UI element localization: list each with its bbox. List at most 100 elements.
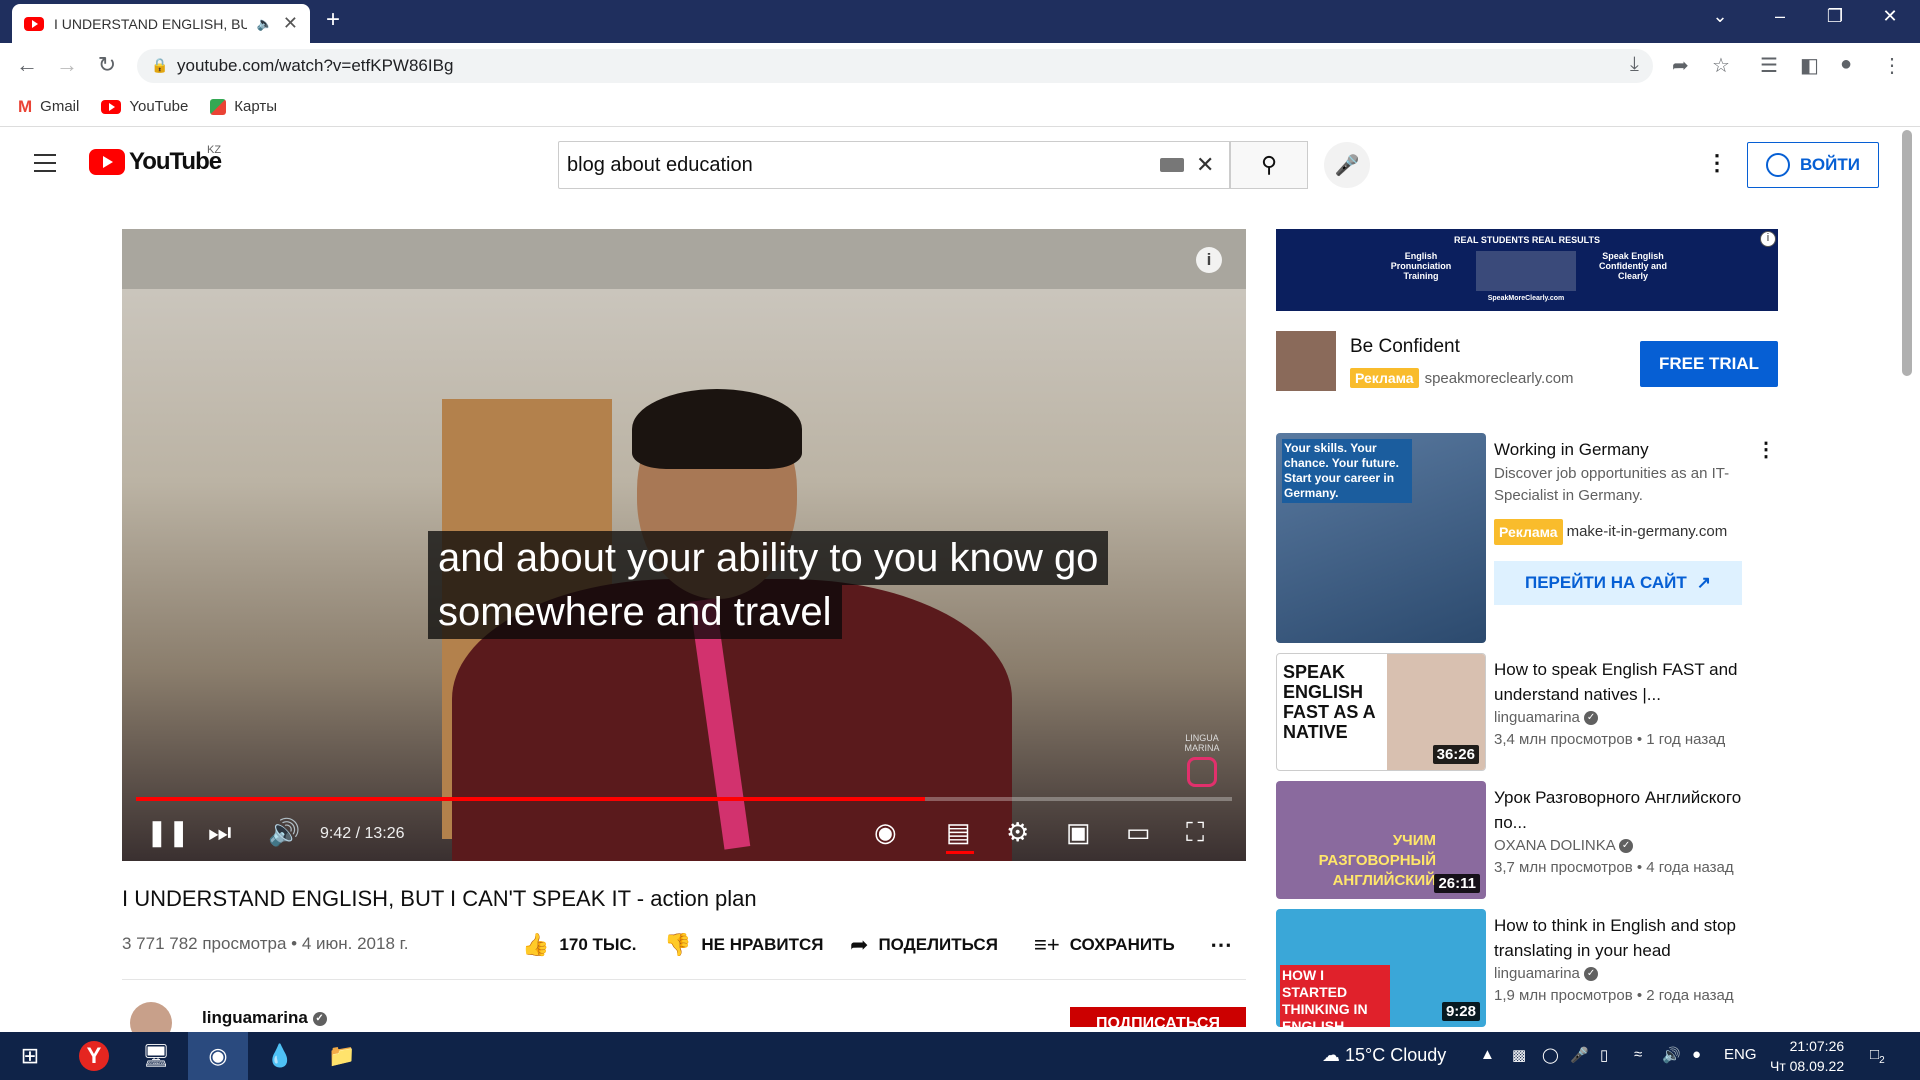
subtitles-active-indicator bbox=[946, 851, 974, 854]
file-explorer-icon[interactable]: 📁 bbox=[312, 1032, 372, 1080]
item-menu-icon[interactable]: ⋮ bbox=[1756, 437, 1776, 462]
verified-icon: ✓ bbox=[1584, 967, 1599, 982]
search-button[interactable]: ⚲ bbox=[1230, 141, 1308, 189]
notification-icon[interactable]: □2 bbox=[1870, 1046, 1885, 1066]
volume-icon[interactable]: 🔊 bbox=[268, 817, 300, 848]
youtube-logo[interactable]: YouTube bbox=[89, 148, 222, 176]
paint-drop-icon[interactable]: 💧 bbox=[250, 1032, 310, 1080]
caption-line: and about your ability to you know go bbox=[428, 531, 1109, 585]
profile-icon[interactable]: ● bbox=[1840, 53, 1852, 76]
recommended-video[interactable]: SPEAK ENGLISH FAST AS A NATIVE 36:26 How… bbox=[1276, 653, 1776, 771]
reload-icon[interactable]: ↻ bbox=[92, 52, 122, 78]
browser-tab[interactable]: I UNDERSTAND ENGLISH, BU 🔈 ✕ bbox=[12, 4, 310, 43]
ad-thumbnail[interactable]: Your skills. Your chance. Your future. S… bbox=[1276, 433, 1486, 643]
reading-list-icon[interactable]: ☰ bbox=[1760, 53, 1778, 78]
visit-site-button[interactable]: ПЕРЕЙТИ НА САЙТ ↗ bbox=[1494, 561, 1742, 605]
progress-played bbox=[136, 797, 926, 801]
save-button[interactable]: ≡+ СОХРАНИТЬ bbox=[1034, 932, 1175, 958]
yandex-browser-icon[interactable]: Y bbox=[64, 1032, 124, 1080]
like-button[interactable]: 👍 170 ТЫС. bbox=[522, 932, 637, 958]
miniplayer-icon[interactable]: ▣ bbox=[1066, 817, 1091, 848]
language-indicator[interactable]: ENG bbox=[1724, 1046, 1757, 1063]
video-thumbnail[interactable]: УЧИМ РАЗГОВОРНЫЙ АНГЛИЙСКИЙ 26:11 bbox=[1276, 781, 1486, 899]
dislike-button[interactable]: 👎 НЕ НРАВИТСЯ bbox=[664, 932, 824, 958]
free-trial-button[interactable]: FREE TRIAL bbox=[1640, 341, 1778, 387]
signin-button[interactable]: ВОЙТИ bbox=[1747, 142, 1879, 188]
recommended-video[interactable]: УЧИМ РАЗГОВОРНЫЙ АНГЛИЙСКИЙ 26:11 Урок Р… bbox=[1276, 781, 1776, 899]
bookmark-maps[interactable]: Карты bbox=[210, 98, 277, 115]
speaker-icon[interactable]: 🔈 bbox=[257, 16, 273, 32]
system-clock[interactable]: 21:07:26 Чт 08.09.22 bbox=[1770, 1036, 1844, 1076]
video-thumbnail[interactable]: HOW I STARTED THINKING IN ENGLISH 9:28 bbox=[1276, 909, 1486, 1027]
address-bar[interactable]: 🔒 youtube.com/watch?v=etfKPW86IBg bbox=[137, 49, 1653, 83]
ad-source: Реклама speakmoreclearly.com bbox=[1350, 368, 1574, 388]
clear-search-icon[interactable]: ✕ bbox=[1196, 152, 1214, 178]
more-actions-icon[interactable]: ⋯ bbox=[1210, 932, 1232, 958]
bookmark-youtube[interactable]: YouTube bbox=[101, 98, 188, 115]
subtitles-icon[interactable]: ▤ bbox=[946, 817, 971, 848]
microphone-tray-icon[interactable]: 🎤 bbox=[1570, 1046, 1589, 1064]
channel-name[interactable]: linguamarina ✓ bbox=[202, 1008, 327, 1028]
forward-icon[interactable]: → bbox=[52, 52, 82, 78]
back-icon[interactable]: ← bbox=[12, 52, 42, 78]
share-button[interactable]: ➦ ПОДЕЛИТЬСЯ bbox=[850, 932, 998, 958]
search-icon: ⚲ bbox=[1260, 152, 1278, 177]
install-icon[interactable]: ⤓ bbox=[1630, 53, 1639, 76]
control-panel-icon[interactable]: 🖥 bbox=[126, 1032, 186, 1080]
restore-icon[interactable]: ❐ bbox=[1815, 6, 1855, 27]
bookmark-star-icon[interactable]: ☆ bbox=[1712, 53, 1730, 78]
sponsored-item[interactable]: Your skills. Your chance. Your future. S… bbox=[1276, 433, 1776, 643]
ad-avatar[interactable] bbox=[1276, 331, 1336, 391]
channel-watermark[interactable]: LINGUA MARINA bbox=[1180, 733, 1224, 787]
video-thumbnail[interactable]: SPEAK ENGLISH FAST AS A NATIVE 36:26 bbox=[1276, 653, 1486, 771]
signin-label: ВОЙТИ bbox=[1800, 155, 1860, 174]
video-player[interactable]: i LINGUA MARINA ❚❚ ⏭ 🔊 9:42 / 13:26 ◉ ▤ … bbox=[122, 229, 1246, 861]
location-icon[interactable]: ● bbox=[1692, 1046, 1701, 1063]
tab-title: I UNDERSTAND ENGLISH, BU bbox=[54, 15, 247, 32]
recommended-video[interactable]: HOW I STARTED THINKING IN ENGLISH 9:28 H… bbox=[1276, 909, 1776, 1027]
ad-info-icon[interactable]: i bbox=[1760, 231, 1776, 247]
caption-line: somewhere and travel bbox=[428, 585, 842, 639]
progress-bar[interactable] bbox=[136, 797, 1232, 801]
tab-close-icon[interactable]: ✕ bbox=[283, 13, 298, 34]
page-scrollbar[interactable] bbox=[1902, 130, 1912, 376]
next-icon[interactable]: ⏭ bbox=[208, 817, 231, 849]
video-info-icon[interactable]: i bbox=[1196, 247, 1222, 273]
minimize-icon[interactable]: – bbox=[1760, 6, 1800, 27]
banner-ad[interactable]: REAL STUDENTS REAL RESULTS English Pronu… bbox=[1276, 229, 1778, 311]
tray-app-icon[interactable]: ▲ bbox=[1480, 1046, 1495, 1063]
bookmarks-bar: M Gmail YouTube Карты bbox=[0, 87, 1920, 127]
autoplay-toggle[interactable]: ◉ bbox=[874, 817, 897, 848]
pause-icon[interactable]: ❚❚ bbox=[146, 817, 190, 848]
wifi-icon[interactable]: ≈ bbox=[1634, 1046, 1642, 1063]
share-page-icon[interactable]: ➦ bbox=[1672, 53, 1689, 78]
lock-icon[interactable]: 🔒 bbox=[151, 57, 168, 74]
new-tab-button[interactable]: + bbox=[326, 6, 340, 34]
verified-icon: ✓ bbox=[312, 1011, 327, 1026]
volume-tray-icon[interactable]: 🔊 bbox=[1662, 1046, 1681, 1064]
chrome-menu-icon[interactable]: ⋮ bbox=[1882, 53, 1902, 78]
banner-url: SpeakMoreClearly.com bbox=[1487, 295, 1565, 302]
nvidia-icon[interactable]: ▩ bbox=[1512, 1046, 1526, 1064]
menu-icon[interactable] bbox=[34, 154, 56, 178]
subscribe-button[interactable]: ПОДПИСАТЬСЯ bbox=[1070, 1007, 1246, 1027]
settings-gear-icon[interactable]: ⚙ bbox=[1006, 817, 1029, 848]
weather-widget[interactable]: ☁ 15°C Cloudy bbox=[1322, 1045, 1446, 1066]
start-button[interactable]: ⊞ bbox=[0, 1032, 60, 1080]
search-input[interactable]: blog about education bbox=[558, 141, 1230, 189]
tab-search-icon[interactable]: ⌄ bbox=[1700, 6, 1740, 27]
thumbnail-text: Your skills. Your chance. Your future. S… bbox=[1282, 439, 1412, 503]
webcam-icon[interactable]: ◯ bbox=[1542, 1046, 1559, 1064]
settings-menu-icon[interactable]: ⋮ bbox=[1706, 150, 1728, 176]
keyboard-icon[interactable] bbox=[1160, 158, 1184, 172]
battery-icon[interactable]: ▯ bbox=[1600, 1046, 1608, 1064]
voice-search-button[interactable]: 🎤 bbox=[1324, 142, 1370, 188]
close-window-icon[interactable]: ✕ bbox=[1870, 6, 1910, 27]
side-panel-icon[interactable]: ◧ bbox=[1800, 53, 1819, 78]
chrome-icon[interactable]: ◉ bbox=[188, 1032, 248, 1080]
ad-title[interactable]: Be Confident bbox=[1350, 336, 1460, 358]
theater-mode-icon[interactable]: ▭ bbox=[1126, 817, 1151, 848]
fullscreen-icon[interactable]: ⛶ bbox=[1186, 817, 1204, 849]
bookmark-gmail[interactable]: M Gmail bbox=[18, 97, 79, 117]
url-text: youtube.com/watch?v=etfKPW86IBg bbox=[177, 56, 454, 75]
